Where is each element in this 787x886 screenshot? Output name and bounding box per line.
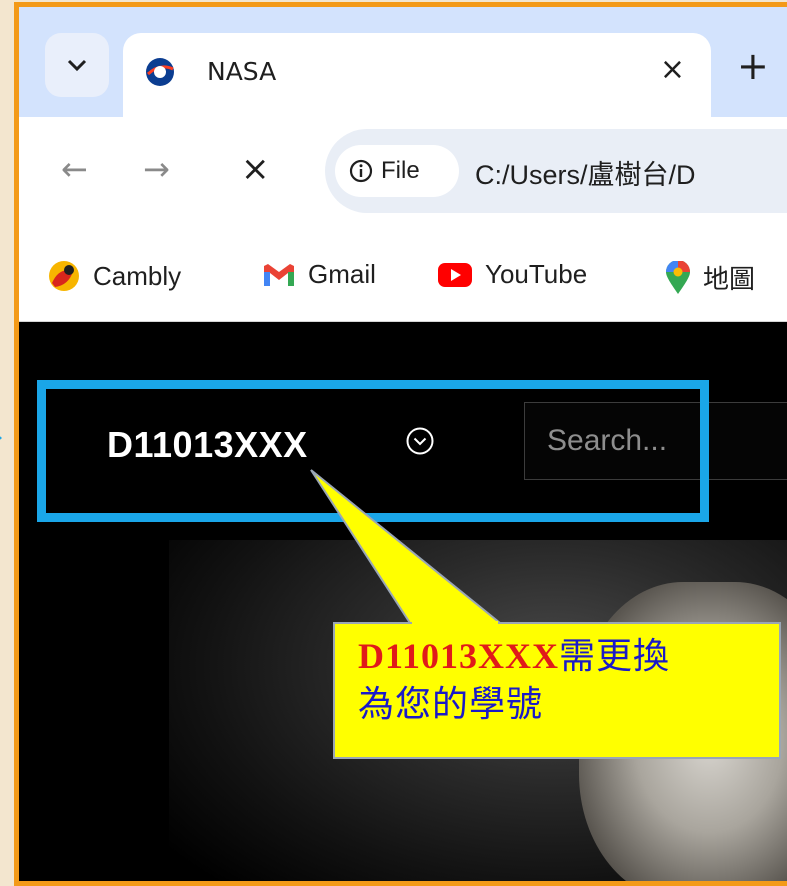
callout-text: D11013XXX需更換 為您的學號 (358, 632, 768, 729)
callout-bubble (310, 469, 781, 759)
callout-line-2: 為您的學號 (358, 684, 544, 725)
callout-student-id: D11013XXX (358, 636, 560, 676)
callout-line-1: D11013XXX需更換 (358, 632, 768, 681)
callout-line-1-text: 需更換 (559, 636, 671, 677)
